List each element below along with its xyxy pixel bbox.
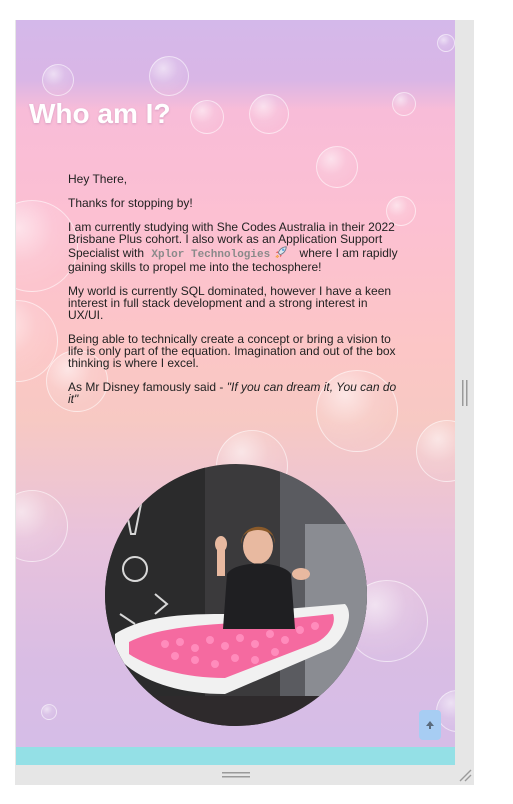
bubble-decoration	[42, 64, 74, 96]
arrow-up-icon	[426, 721, 434, 729]
about-page: Who am I? Hey There, Thanks for stopping…	[16, 20, 455, 765]
back-to-top-button[interactable]	[419, 710, 441, 740]
bubble-decoration	[437, 34, 455, 52]
footer-strip	[16, 747, 455, 765]
bubble-decoration	[41, 704, 57, 720]
profile-photo	[105, 464, 367, 726]
bubble-decoration	[16, 490, 68, 562]
quote-prefix: As Mr Disney famously said -	[68, 380, 227, 394]
quote-paragraph: As Mr Disney famously said - "If you can…	[68, 381, 404, 405]
resize-grip-icon[interactable]	[458, 768, 472, 782]
side-panel-resize-handle[interactable]	[462, 380, 468, 406]
about-content: Hey There, Thanks for stopping by! I am …	[68, 173, 404, 417]
rocket-icon	[275, 246, 287, 259]
greeting-text: Hey There,	[68, 172, 128, 186]
thanks-text: Thanks for stopping by!	[68, 196, 193, 210]
bubble-decoration	[190, 100, 224, 134]
intro-paragraph: I am currently studying with She Codes A…	[68, 221, 404, 273]
bubble-decoration	[249, 94, 289, 134]
vision-paragraph: Being able to technically create a conce…	[68, 332, 396, 370]
sql-paragraph: My world is currently SQL dominated, how…	[68, 284, 392, 322]
bubble-decoration	[416, 420, 455, 482]
page-title: Who am I?	[29, 98, 171, 129]
bottom-panel-resize-handle[interactable]	[222, 772, 250, 778]
bubble-decoration	[149, 56, 189, 96]
bubble-decoration	[392, 92, 416, 116]
